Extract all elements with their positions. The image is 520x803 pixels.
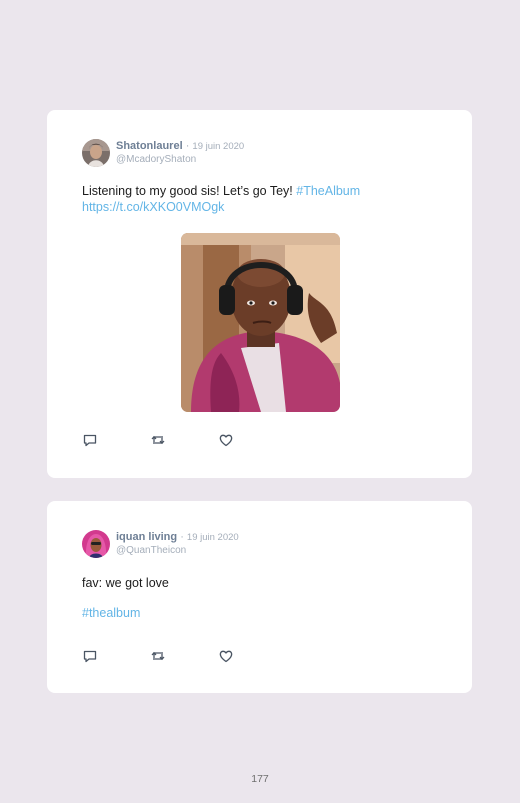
tweet-date[interactable]: 19 juin 2020 xyxy=(187,532,239,543)
page-number: 177 xyxy=(251,773,269,785)
heart-icon xyxy=(219,434,233,447)
separator-dot: · xyxy=(180,531,184,544)
author-name[interactable]: iquan living xyxy=(116,531,177,543)
tweet-text: Listening to my good sis! Let’s go Tey! … xyxy=(82,183,360,199)
tweet-actions xyxy=(82,432,286,448)
reply-button[interactable] xyxy=(82,648,150,664)
retweet-button[interactable] xyxy=(150,432,218,448)
avatar[interactable] xyxy=(82,139,110,167)
hashtag-link[interactable]: #thealbum xyxy=(82,606,140,620)
tweet-actions xyxy=(82,648,286,664)
tweet-date[interactable]: 19 juin 2020 xyxy=(192,141,244,152)
like-button[interactable] xyxy=(218,648,286,664)
tweet-header: iquan living · 19 juin 2020 @QuanTheicon xyxy=(82,529,239,559)
retweet-button[interactable] xyxy=(150,648,218,664)
retweet-icon xyxy=(151,651,165,661)
separator-dot: · xyxy=(185,140,190,153)
author-handle[interactable]: @McadoryShaton xyxy=(116,154,244,166)
heart-icon xyxy=(219,650,233,663)
reply-icon xyxy=(83,434,97,447)
tweet-media-image[interactable] xyxy=(181,233,340,412)
tweet-card[interactable]: iquan living · 19 juin 2020 @QuanTheicon… xyxy=(47,501,472,693)
avatar[interactable] xyxy=(82,530,110,558)
tweet-url-line: https://t.co/kXKO0VMOgk xyxy=(82,199,224,215)
tweet-hashtag-line: #thealbum xyxy=(82,605,140,621)
tweet-body: Listening to my good sis! Let’s go Tey! xyxy=(82,184,297,198)
tweet-body: fav: we got love xyxy=(82,576,169,590)
author-handle[interactable]: @QuanTheicon xyxy=(116,545,239,557)
reply-button[interactable] xyxy=(82,432,150,448)
url-link[interactable]: https://t.co/kXKO0VMOgk xyxy=(82,200,224,214)
tweet-card[interactable]: Shatonlaurel · 19 juin 2020 @McadoryShat… xyxy=(47,110,472,478)
tweet-header: Shatonlaurel · 19 juin 2020 @McadoryShat… xyxy=(82,138,244,168)
author-name[interactable]: Shatonlaurel xyxy=(116,140,183,152)
hashtag-link[interactable]: #TheAlbum xyxy=(296,184,360,198)
reply-icon xyxy=(83,650,97,663)
like-button[interactable] xyxy=(218,432,286,448)
tweet-text: fav: we got love xyxy=(82,575,169,591)
retweet-icon xyxy=(151,435,165,445)
